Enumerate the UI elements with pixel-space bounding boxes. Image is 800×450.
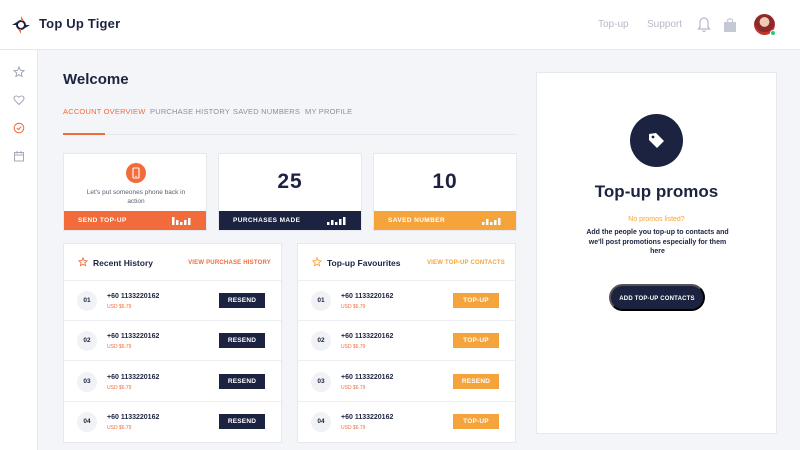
row-price: USD $6.79 <box>107 385 132 391</box>
list-item: 04 +60 1133220162 USD $6.79 RESEND <box>64 402 281 442</box>
row-phone: +60 1133220162 <box>107 293 160 300</box>
promo-description: Add the people you top-up to contacts an… <box>586 229 729 255</box>
add-topup-contacts-button[interactable]: ADD TOP-UP CONTACTS <box>609 284 705 311</box>
row-index: 04 <box>311 412 331 432</box>
top-bar: Top Up Tiger Top-up Support <box>0 0 800 50</box>
calendar-icon[interactable] <box>13 150 25 162</box>
resend-button[interactable]: RESEND <box>219 333 265 348</box>
purchases-count: 25 <box>277 170 303 193</box>
star-icon <box>312 257 322 267</box>
saved-numbers-card[interactable]: 10 SAVED NUMBER <box>373 153 517 231</box>
row-index: 01 <box>77 291 97 311</box>
page-title: Welcome <box>63 71 129 88</box>
bag-icon[interactable] <box>723 17 737 33</box>
resend-button[interactable]: RESEND <box>219 414 265 429</box>
topup-button[interactable]: TOP-UP <box>453 333 499 348</box>
send-topup-message: Let's put someones phone back in action <box>86 189 186 205</box>
row-index: 01 <box>311 291 331 311</box>
bell-icon[interactable] <box>697 17 711 33</box>
topup-favourites-panel: Top-up Favourites VIEW TOP-UP CONTACTS 0… <box>297 243 516 443</box>
row-index: 03 <box>311 372 331 392</box>
recent-history-panel: Recent History VIEW PURCHASE HISTORY 01 … <box>63 243 282 443</box>
phone-icon <box>132 167 140 179</box>
row-price: USD $6.79 <box>107 344 132 350</box>
purchases-label: PURCHASES MADE <box>233 217 301 224</box>
send-topup-card[interactable]: Let's put someones phone back in action … <box>63 153 207 231</box>
row-phone: +60 1133220162 <box>341 293 394 300</box>
saved-label: SAVED NUMBER <box>388 217 446 224</box>
row-index: 02 <box>311 331 331 351</box>
topup-button[interactable]: TOP-UP <box>453 293 499 308</box>
list-item: 02 +60 1133220162 USD $6.79 TOP-UP <box>298 321 515 361</box>
tag-icon <box>649 133 664 148</box>
list-item: 04 +60 1133220162 USD $6.79 TOP-UP <box>298 402 515 442</box>
bar-chart-icon <box>482 218 501 225</box>
row-price: USD $6.79 <box>107 425 132 431</box>
row-price: USD $6.79 <box>341 425 366 431</box>
nav-support[interactable]: Support <box>647 19 682 30</box>
favourites-title: Top-up Favourites <box>327 258 401 268</box>
nav-topup[interactable]: Top-up <box>598 19 629 30</box>
active-tab-indicator <box>63 133 105 135</box>
online-status-dot <box>770 30 776 36</box>
row-price: USD $6.79 <box>341 344 366 350</box>
star-icon[interactable] <box>13 66 25 78</box>
row-phone: +60 1133220162 <box>107 414 160 421</box>
view-topup-contacts-link[interactable]: VIEW TOP-UP CONTACTS <box>427 260 505 266</box>
list-item: 03 +60 1133220162 USD $6.79 RESEND <box>298 362 515 402</box>
no-promos-text: No promos listed? <box>628 216 685 223</box>
tab-bar: ACCOUNT OVERVIEW PURCHASE HISTORY SAVED … <box>63 107 517 135</box>
send-topup-footer[interactable]: SEND TOP-UP <box>64 211 206 230</box>
row-phone: +60 1133220162 <box>107 333 160 340</box>
bar-chart-icon <box>172 217 191 225</box>
saved-count: 10 <box>432 170 458 193</box>
topup-button[interactable]: TOP-UP <box>453 414 499 429</box>
row-phone: +60 1133220162 <box>341 374 394 381</box>
brand-name[interactable]: Top Up Tiger <box>39 16 120 31</box>
star-icon <box>78 257 88 267</box>
list-item: 03 +60 1133220162 USD $6.79 RESEND <box>64 362 281 402</box>
favourites-header: Top-up Favourites VIEW TOP-UP CONTACTS <box>298 244 515 281</box>
row-index: 02 <box>77 331 97 351</box>
row-index: 03 <box>77 372 97 392</box>
row-phone: +60 1133220162 <box>341 333 394 340</box>
list-item: 01 +60 1133220162 USD $6.79 TOP-UP <box>298 281 515 321</box>
row-price: USD $6.79 <box>341 385 366 391</box>
promo-title: Top-up promos <box>594 182 719 201</box>
row-price: USD $6.79 <box>107 304 132 310</box>
topup-promos-card: Top-up promos No promos listed? Add the … <box>536 72 777 434</box>
phone-badge <box>126 163 146 183</box>
purchases-footer[interactable]: PURCHASES MADE <box>219 211 361 230</box>
list-item: 02 +60 1133220162 USD $6.79 RESEND <box>64 321 281 361</box>
row-price: USD $6.79 <box>341 304 366 310</box>
check-circle-icon[interactable] <box>13 122 25 134</box>
resend-button[interactable]: RESEND <box>453 374 499 389</box>
resend-button[interactable]: RESEND <box>219 293 265 308</box>
view-purchase-history-link[interactable]: VIEW PURCHASE HISTORY <box>188 260 271 266</box>
heart-icon[interactable] <box>13 94 25 106</box>
row-phone: +60 1133220162 <box>341 414 394 421</box>
recent-history-title: Recent History <box>93 258 153 268</box>
recent-history-header: Recent History VIEW PURCHASE HISTORY <box>64 244 281 281</box>
saved-footer[interactable]: SAVED NUMBER <box>374 211 516 230</box>
row-index: 04 <box>77 412 97 432</box>
tab-purchase-history[interactable]: PURCHASE HISTORY <box>150 107 230 116</box>
promo-badge <box>630 114 683 167</box>
tab-account-overview[interactable]: ACCOUNT OVERVIEW <box>63 107 146 116</box>
row-phone: +60 1133220162 <box>107 374 160 381</box>
bar-chart-icon <box>327 217 346 225</box>
sidebar <box>0 50 38 450</box>
send-topup-label: SEND TOP-UP <box>78 217 127 224</box>
list-item: 01 +60 1133220162 USD $6.79 RESEND <box>64 281 281 321</box>
tab-my-profile[interactable]: MY PROFILE <box>305 107 352 116</box>
logo-icon[interactable] <box>11 15 31 35</box>
tab-saved-numbers[interactable]: SAVED NUMBERS <box>233 107 300 116</box>
purchases-card[interactable]: 25 PURCHASES MADE <box>218 153 362 231</box>
resend-button[interactable]: RESEND <box>219 374 265 389</box>
